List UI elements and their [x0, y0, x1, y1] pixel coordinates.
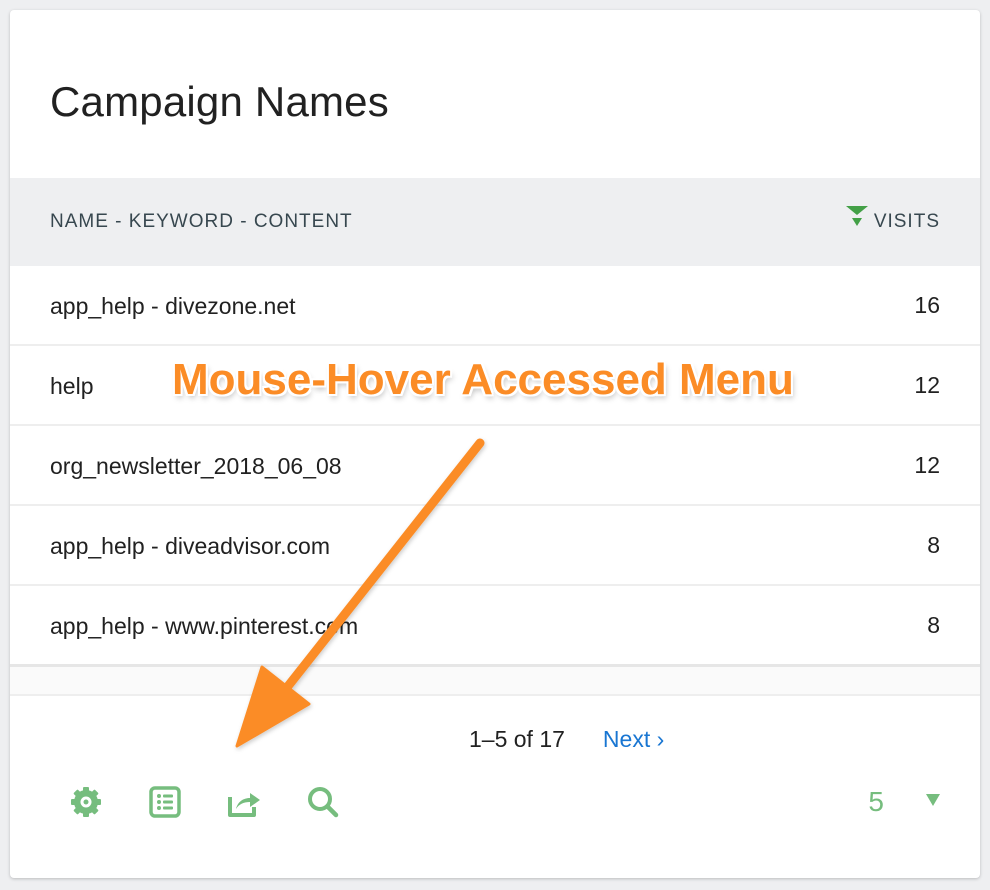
- cell-visits: 12: [914, 452, 940, 478]
- pagination-range: 1–5 of 17: [469, 726, 565, 752]
- column-header-visits-label: VISITS: [873, 211, 940, 232]
- cell-name: org_newsletter_2018_06_08: [50, 453, 342, 479]
- next-page-link[interactable]: Next ›: [603, 726, 664, 753]
- table-row[interactable]: help 12: [10, 346, 980, 426]
- table-row[interactable]: app_help - diveadvisor.com 8: [10, 506, 980, 586]
- widget-title: Campaign Names: [50, 78, 389, 125]
- sort-descending-icon: [844, 205, 870, 227]
- table-list-icon[interactable]: [147, 784, 183, 820]
- table-row[interactable]: app_help - www.pinterest.com 8: [10, 586, 980, 667]
- pagination: 1–5 of 17 Next ›: [469, 726, 664, 753]
- limit-value: 5: [868, 786, 884, 817]
- cell-name: help: [50, 373, 94, 399]
- table-row[interactable]: org_newsletter_2018_06_08 12: [10, 426, 980, 506]
- cell-name: app_help - diveadvisor.com: [50, 533, 330, 559]
- cell-visits: 8: [927, 532, 940, 558]
- table-row[interactable]: app_help - divezone.net 16: [10, 266, 980, 346]
- table-body: app_help - divezone.net 16 help 12 org_n…: [10, 266, 980, 667]
- cell-visits: 12: [914, 372, 940, 398]
- table-footer-band: [10, 667, 980, 696]
- cell-visits: 16: [914, 292, 940, 318]
- gear-icon[interactable]: [68, 784, 104, 820]
- cell-visits: 8: [927, 612, 940, 638]
- cell-name: app_help - divezone.net: [50, 293, 296, 319]
- footer-menu: [68, 784, 384, 820]
- cell-name: app_help - www.pinterest.com: [50, 613, 359, 639]
- column-header-visits[interactable]: VISITS: [844, 206, 940, 233]
- campaign-names-widget: Campaign Names NAME - KEYWORD - CONTENT …: [10, 10, 980, 878]
- dropdown-caret-icon: [926, 793, 940, 811]
- export-icon[interactable]: [226, 784, 262, 820]
- limit-selector[interactable]: 5: [868, 786, 940, 818]
- table-header: NAME - KEYWORD - CONTENT VISITS: [10, 178, 980, 266]
- search-icon[interactable]: [305, 784, 341, 820]
- column-header-name[interactable]: NAME - KEYWORD - CONTENT: [50, 211, 353, 233]
